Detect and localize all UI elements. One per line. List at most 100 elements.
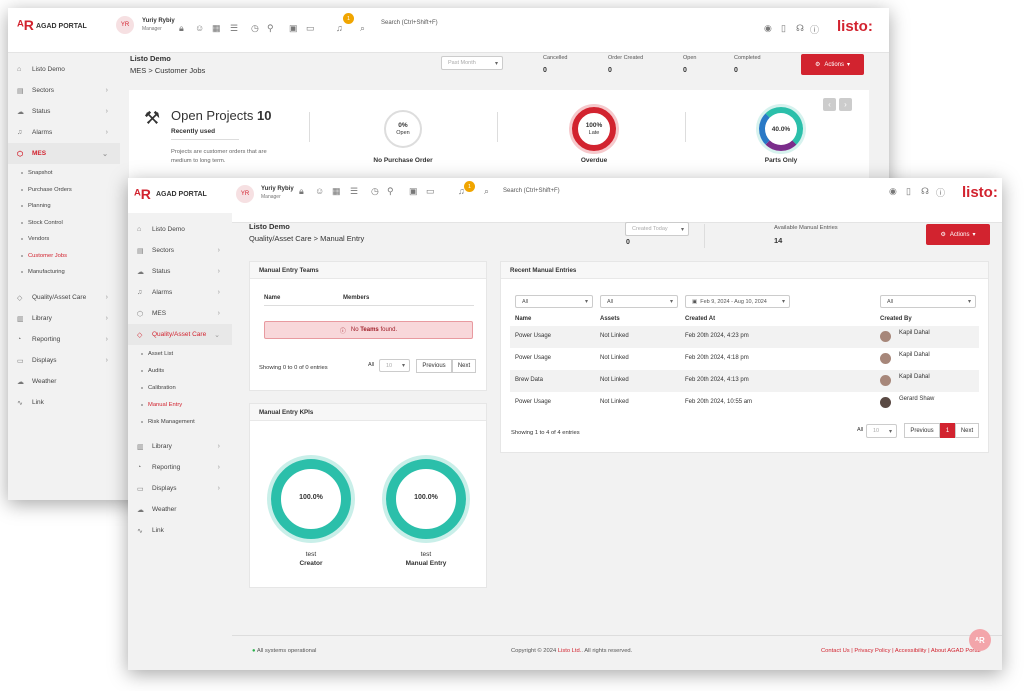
sub-asset-list[interactable]: Asset List <box>128 346 232 362</box>
sidebar-item-listo-demo[interactable]: ⌂ Listo Demo <box>128 219 232 240</box>
prev-page-button[interactable]: Previous <box>416 359 452 373</box>
calendar-icon[interactable]: ▣ <box>289 23 298 34</box>
sub-manual-entry[interactable]: Manual Entry <box>128 397 232 413</box>
sidebar-item-quality[interactable]: ◇ Quality/Asset Care ⌄ <box>128 324 232 345</box>
filter-date-range[interactable]: ▣ Feb 9, 2024 - Aug 10, 2024 <box>685 295 790 308</box>
home-icon: ⌂ <box>17 66 22 73</box>
sub-snapshot[interactable]: Snapshot <box>8 165 120 181</box>
column-header-assets[interactable]: Assets <box>600 316 620 322</box>
sidebar-item-alarms[interactable]: ♫︎ Alarms › <box>8 122 120 143</box>
user-icon[interactable]: ☺︎ <box>195 23 204 33</box>
help-icon[interactable]: ⓘ <box>810 23 819 36</box>
filter-name-select[interactable]: All <box>515 295 593 308</box>
sidebar-item-weather[interactable]: ☁︎ Weather <box>8 371 120 392</box>
sidebar-item-status[interactable]: ☁︎ Status › <box>128 261 232 282</box>
lock-icon[interactable]: 🔒︎ <box>299 186 304 197</box>
next-page-button[interactable]: Next <box>452 359 476 373</box>
next-page-button[interactable]: Next <box>955 423 979 438</box>
pin-icon[interactable]: ⚲ <box>387 186 394 197</box>
eye-icon[interactable]: ◉ <box>764 23 772 34</box>
eye-icon[interactable]: ◉ <box>889 186 897 197</box>
search-input[interactable]: Search (Ctrl+Shift+F) <box>381 20 438 26</box>
sidebar-item-reporting[interactable]: ◔ Reporting › <box>128 457 232 478</box>
prev-page-button[interactable]: Previous <box>904 423 940 438</box>
sidebar-item-mes[interactable]: ⬡ MES › <box>128 303 232 324</box>
sidebar-item-link[interactable]: ∿ Link <box>128 520 232 541</box>
sub-risk-management[interactable]: Risk Management <box>128 414 232 430</box>
lock-icon[interactable]: 🔒︎ <box>179 23 184 34</box>
list-icon[interactable]: ☰ <box>230 23 238 34</box>
table-row[interactable]: Power Usage Not Linked Feb 20th 2024, 10… <box>510 392 979 414</box>
footer-status: ● All systems operational <box>252 648 317 654</box>
tag-icon: ◇ <box>137 331 143 339</box>
period-select[interactable]: Created Today <box>625 222 689 236</box>
bell-icon[interactable]: ♫︎ <box>336 23 343 33</box>
clock-icon[interactable]: ◷ <box>251 23 259 34</box>
period-select[interactable]: Past Month <box>441 56 503 70</box>
page-1-button[interactable]: 1 <box>940 423 955 438</box>
monitor-icon[interactable]: ▭ <box>426 186 435 197</box>
headset-icon[interactable]: ☊ <box>921 186 929 197</box>
actions-button[interactable]: ⚙ Actions ▾ <box>801 54 864 75</box>
filter-assets-select[interactable]: All <box>600 295 678 308</box>
search-icon[interactable]: ⌕ <box>484 186 489 197</box>
page-size-select[interactable]: 10 <box>379 359 410 372</box>
actions-button[interactable]: ⚙ Actions ▾ <box>926 224 990 245</box>
clipboard-icon[interactable]: ▯ <box>781 23 786 34</box>
footer-links[interactable]: Contact Us | Privacy Policy | Accessibil… <box>821 648 980 654</box>
sidebar-item-library[interactable]: ▥ Library › <box>128 436 232 457</box>
clipboard-icon[interactable]: ▯ <box>906 186 911 197</box>
sidebar-item-weather[interactable]: ☁︎ Weather <box>128 499 232 520</box>
sub-stock-control[interactable]: Stock Control <box>8 215 120 231</box>
sub-audits[interactable]: Audits <box>128 363 232 379</box>
sidebar-item-link[interactable]: ∿ Link <box>8 392 120 413</box>
sidebar-item-library[interactable]: ▥ Library › <box>8 308 120 329</box>
calendar-icon[interactable]: ▣ <box>409 186 418 197</box>
sidebar-item-quality[interactable]: ◇ Quality/Asset Care › <box>8 287 120 308</box>
grid-icon[interactable]: ▦ <box>212 23 221 34</box>
kpi-creator-line2: Creator <box>299 560 323 567</box>
search-input[interactable]: Search (Ctrl+Shift+F) <box>503 188 560 194</box>
divider <box>309 112 310 142</box>
sidebar-item-displays[interactable]: ▭ Displays › <box>8 350 120 371</box>
sidebar-item-mes[interactable]: ⬡ MES ⌄ <box>8 143 120 164</box>
user-icon[interactable]: ☺︎ <box>315 186 324 196</box>
help-icon[interactable]: ⓘ <box>936 186 945 199</box>
agad-float-button[interactable]: ᴬR <box>969 629 991 651</box>
next-arrow-button[interactable]: › <box>839 98 852 111</box>
grid-icon[interactable]: ▦ <box>332 186 341 197</box>
list-icon[interactable]: ☰ <box>350 186 358 197</box>
column-header-created-at[interactable]: Created At <box>685 316 715 322</box>
column-header-members[interactable]: Members <box>343 295 369 301</box>
sidebar-item-alarms[interactable]: ♫︎ Alarms › <box>128 282 232 303</box>
clock-icon[interactable]: ◷ <box>371 186 379 197</box>
sub-vendors[interactable]: Vendors <box>8 231 120 247</box>
table-row[interactable]: Power Usage Not Linked Feb 20th 2024, 4:… <box>510 326 979 348</box>
status-icon: ☁︎ <box>137 268 144 276</box>
headset-icon[interactable]: ☊ <box>796 23 804 34</box>
sub-calibration[interactable]: Calibration <box>128 380 232 396</box>
sidebar-item-sectors[interactable]: ▤ Sectors › <box>8 80 120 101</box>
sidebar-item-displays[interactable]: ▭ Displays › <box>128 478 232 499</box>
filter-created-by-select[interactable]: All <box>880 295 976 308</box>
sub-customer-jobs[interactable]: Customer Jobs <box>8 248 120 264</box>
sub-manufacturing[interactable]: Manufacturing <box>8 264 120 280</box>
pin-icon[interactable]: ⚲ <box>267 23 274 34</box>
sidebar-item-sectors[interactable]: ▤ Sectors › <box>128 240 232 261</box>
sub-planning[interactable]: Planning <box>8 198 120 214</box>
sidebar-item-reporting[interactable]: ◔ Reporting › <box>8 329 120 350</box>
table-row[interactable]: Power Usage Not Linked Feb 20th 2024, 4:… <box>510 348 979 370</box>
page-size-select[interactable]: 10 <box>866 424 897 438</box>
column-header-name[interactable]: Name <box>515 316 531 322</box>
table-row[interactable]: Brew Data Not Linked Feb 20th 2024, 4:13… <box>510 370 979 392</box>
prev-arrow-button[interactable]: ‹ <box>823 98 836 111</box>
column-header-created-by[interactable]: Created By <box>880 316 912 322</box>
column-header-name[interactable]: Name <box>264 295 280 301</box>
avatar[interactable]: YR <box>236 185 254 203</box>
sidebar-item-listo-demo[interactable]: ⌂ Listo Demo <box>8 59 120 80</box>
search-icon[interactable]: ⌕ <box>360 23 365 34</box>
avatar[interactable]: YR <box>116 16 134 34</box>
sub-purchase-orders[interactable]: Purchase Orders <box>8 182 120 198</box>
monitor-icon[interactable]: ▭ <box>306 23 315 34</box>
sidebar-item-status[interactable]: ☁︎ Status › <box>8 101 120 122</box>
